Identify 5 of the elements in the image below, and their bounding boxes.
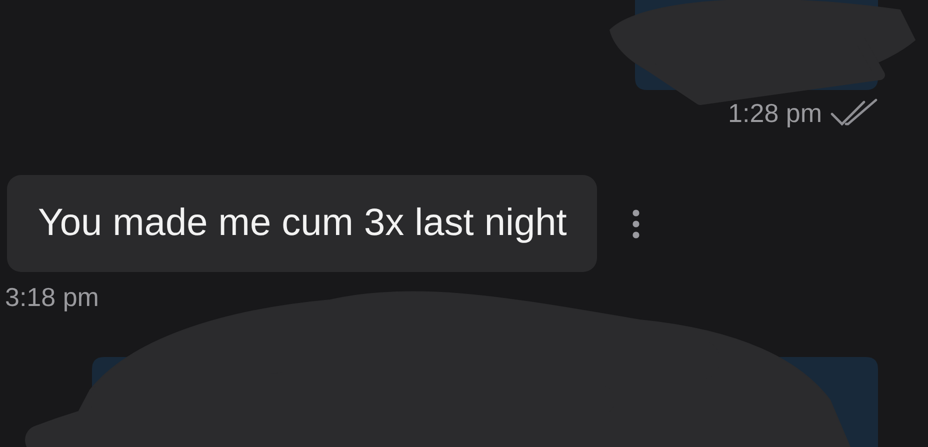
message-time: 1:28 pm [728, 98, 822, 128]
message-time: 3:18 pm [5, 282, 99, 312]
more-options-icon[interactable] [630, 208, 641, 238]
message-bubble[interactable]: You made me cum 3x last night [7, 175, 597, 272]
message-text: You made me cum 3x last night [38, 202, 567, 245]
